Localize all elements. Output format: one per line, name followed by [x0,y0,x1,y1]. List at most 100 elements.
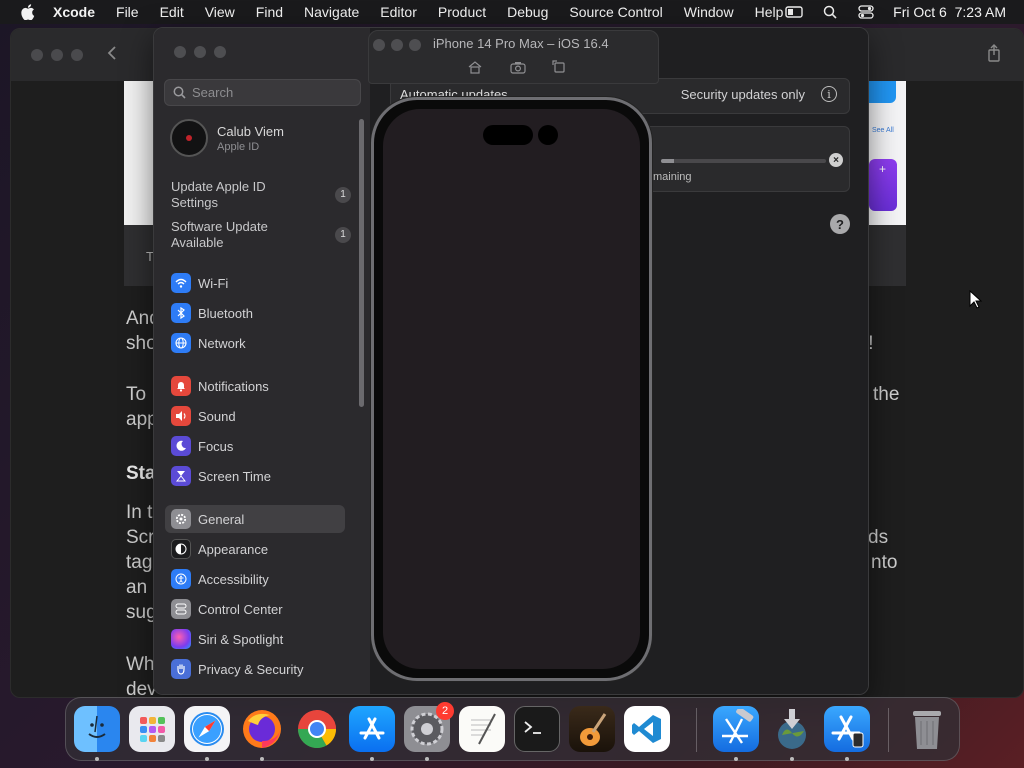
software-update-notice[interactable]: Software Update Available 1 [171,219,361,251]
search-input[interactable] [192,85,352,100]
hand-icon [171,659,191,679]
minimize-window-button[interactable] [194,46,206,58]
screenshot-icon[interactable] [509,59,527,75]
menu-editor[interactable]: Editor [380,4,417,20]
menu-edit[interactable]: Edit [160,4,184,20]
control-center-menubar-icon[interactable] [857,5,875,19]
article-text-fragment: the [873,384,900,405]
menu-navigate[interactable]: Navigate [304,4,359,20]
sidebar-item-network[interactable]: Network [165,329,345,357]
share-icon[interactable] [987,44,1001,67]
notice-label: Update Apple ID Settings [171,179,266,210]
sidebar-item-label: Notifications [198,378,269,394]
menu-file[interactable]: File [116,4,139,20]
sidebar-item-label: General [198,511,245,527]
notice-label: Software Update Available [171,219,268,250]
hourglass-icon [171,466,191,486]
cancel-download-icon[interactable]: × [829,153,843,167]
launchpad-icon[interactable] [129,706,175,752]
sidebar-item-label: Focus [198,438,234,454]
installer-icon[interactable] [769,706,815,752]
apple-menu-icon[interactable] [17,0,39,24]
sidebar-item-appearance[interactable]: Appearance [165,535,345,563]
garageband-icon[interactable] [569,706,615,752]
rotate-icon[interactable] [550,59,568,75]
article-text-fragment: tag [126,552,153,573]
safari-icon[interactable] [184,706,230,752]
sidebar-item-notifications[interactable]: Notifications [165,372,345,400]
sidebar-item-privacy-security[interactable]: Privacy & Security [165,655,345,683]
article-image-right: See All + [869,81,906,225]
sidebar-item-sound[interactable]: Sound [165,402,345,430]
see-all-link: See All [872,127,894,134]
zoom-window-button[interactable] [214,46,226,58]
sidebar-item-label: Privacy & Security [198,661,304,677]
menu-view[interactable]: View [205,4,235,20]
menu-product[interactable]: Product [438,4,486,20]
terminal-icon[interactable] [514,706,560,752]
xcode-icon[interactable] [713,706,759,752]
menu-help[interactable]: Help [755,4,784,20]
close-window-button[interactable] [31,49,43,61]
time-remaining-text: maining [653,171,692,183]
settings-search[interactable] [164,79,361,106]
search-icon [173,86,186,99]
back-arrow-icon[interactable] [107,45,117,66]
sidebar-item-bluetooth[interactable]: Bluetooth [165,299,345,327]
chrome-icon[interactable] [294,706,340,752]
running-indicator [845,757,849,761]
sidebar-item-general[interactable]: General [165,505,345,533]
menu-debug[interactable]: Debug [507,4,548,20]
minimize-window-button[interactable] [51,49,63,61]
vscode-icon[interactable] [624,706,670,752]
running-indicator [95,757,99,761]
trash-icon[interactable] [904,706,950,752]
minimize-window-button[interactable] [391,39,403,51]
info-icon[interactable]: i [821,86,837,102]
sidebar-item-accessibility[interactable]: Accessibility [165,565,345,593]
sidebar-item-siri-spotlight[interactable]: Siri & Spotlight [165,625,345,653]
simulator-icon[interactable] [824,706,870,752]
article-text-fragment: In t [126,502,153,523]
account-name: Calub Viem [217,123,284,139]
stage-manager-icon[interactable] [785,5,803,19]
home-icon[interactable] [466,59,484,75]
zoom-window-button[interactable] [71,49,83,61]
system-settings-icon[interactable]: 2 [404,702,454,752]
firefox-icon[interactable] [239,706,285,752]
front-camera [538,125,558,145]
simulator-titlebar: iPhone 14 Pro Max – iOS 16.4 [368,30,659,84]
gear-icon [171,509,191,529]
dock: 2 [65,697,960,761]
close-window-button[interactable] [373,39,385,51]
menu-find[interactable]: Find [256,4,283,20]
finder-icon[interactable] [74,706,120,752]
app-store-icon[interactable] [349,706,395,752]
article-heading-fragment: Sta [126,463,156,484]
sidebar-item-label: Control Center [198,601,283,617]
simulator-screen[interactable] [383,109,640,669]
appearance-icon [171,539,191,559]
help-button[interactable]: ? [830,214,850,234]
sidebar-item-wifi[interactable]: Wi-Fi [165,269,345,297]
menu-window[interactable]: Window [684,4,734,20]
sidebar-item-screen-time[interactable]: Screen Time [165,462,345,490]
update-apple-id-notice[interactable]: Update Apple ID Settings 1 [171,179,361,211]
article-caption-right [869,225,906,286]
sidebar-scrollbar[interactable] [359,119,364,407]
spotlight-search-icon[interactable] [821,5,839,19]
menu-app-name[interactable]: Xcode [53,4,95,20]
menubar-clock[interactable]: Fri Oct 6 7:23 AM [893,4,1006,20]
apple-id-account[interactable]: Calub Viem Apple ID [170,119,284,157]
simulator-title: iPhone 14 Pro Max – iOS 16.4 [433,36,609,51]
sidebar-item-control-center[interactable]: Control Center [165,595,345,623]
running-indicator [425,757,429,761]
image-purple-card: + [869,159,897,211]
plus-icon: + [879,162,887,176]
automatic-updates-value: Security updates only [680,87,805,102]
sidebar-item-focus[interactable]: Focus [165,432,345,460]
zoom-window-button[interactable] [409,39,421,51]
close-window-button[interactable] [174,46,186,58]
textedit-icon[interactable] [459,706,505,752]
menu-source-control[interactable]: Source Control [569,4,662,20]
